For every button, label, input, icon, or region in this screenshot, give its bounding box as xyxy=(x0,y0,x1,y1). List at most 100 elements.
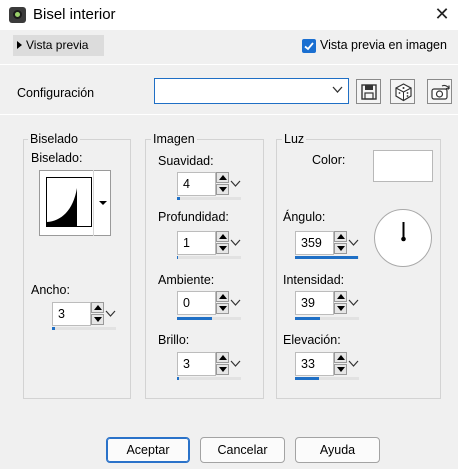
depth-label: Profundidad: xyxy=(158,210,229,224)
spin-down-icon[interactable] xyxy=(216,364,229,375)
depth-input[interactable]: 1 xyxy=(177,231,216,255)
divider xyxy=(0,114,458,115)
smoothness-dropdown-button[interactable] xyxy=(229,172,242,196)
elevation-slider[interactable] xyxy=(295,377,359,380)
close-icon[interactable]: ✕ xyxy=(433,5,451,23)
smoothness-spinner[interactable] xyxy=(216,172,229,196)
preview-on-image-label[interactable]: Vista previa en imagen xyxy=(320,38,447,52)
spin-down-icon[interactable] xyxy=(334,243,347,254)
slider-fill xyxy=(295,256,359,259)
ambience-label: Ambiente: xyxy=(158,273,215,287)
light-group-title: Luz xyxy=(282,132,307,146)
spin-down-icon[interactable] xyxy=(91,314,104,325)
width-dropdown-button[interactable] xyxy=(104,302,117,326)
chevron-down-icon xyxy=(105,310,116,317)
elevation-dropdown-button[interactable] xyxy=(347,352,360,376)
spin-down-icon[interactable] xyxy=(216,303,229,314)
elevation-input[interactable]: 33 xyxy=(295,352,334,376)
chevron-down-icon xyxy=(348,239,359,246)
elevation-spinner[interactable] xyxy=(334,352,347,376)
slider-fill xyxy=(295,377,319,380)
preview-toggle-button[interactable]: Vista previa xyxy=(13,35,104,56)
intensity-input[interactable]: 39 xyxy=(295,291,334,315)
spin-up-icon[interactable] xyxy=(334,291,347,302)
bevel-label: Biselado: xyxy=(31,151,83,165)
chevron-down-icon xyxy=(230,360,241,367)
angle-slider[interactable] xyxy=(295,256,359,259)
width-label: Ancho: xyxy=(31,283,70,297)
color-label: Color: xyxy=(312,153,346,167)
dropdown-triangle-icon xyxy=(99,201,107,205)
spin-down-icon[interactable] xyxy=(334,303,347,314)
chevron-down-icon xyxy=(348,360,359,367)
ambience-spinner[interactable] xyxy=(216,291,229,315)
chevron-down-icon xyxy=(230,180,241,187)
angle-needle-icon xyxy=(401,222,406,242)
slider-fill xyxy=(177,377,179,380)
brightness-dropdown-button[interactable] xyxy=(229,352,242,376)
smoothness-input[interactable]: 4 xyxy=(177,172,216,196)
dice-icon xyxy=(395,83,412,102)
slider-fill xyxy=(177,317,213,320)
preview-on-image-checkbox[interactable] xyxy=(302,39,316,53)
save-preset-button[interactable] xyxy=(356,79,381,104)
config-label: Configuración xyxy=(17,86,95,100)
depth-dropdown-button[interactable] xyxy=(229,231,242,255)
spin-down-icon[interactable] xyxy=(216,184,229,195)
spin-up-icon[interactable] xyxy=(216,352,229,363)
spin-up-icon[interactable] xyxy=(334,231,347,242)
intensity-label: Intensidad: xyxy=(283,273,345,287)
camera-preset-icon xyxy=(431,84,450,100)
smoothness-label: Suavidad: xyxy=(158,154,214,168)
spin-up-icon[interactable] xyxy=(334,352,347,363)
window-title: Bisel interior xyxy=(33,6,116,23)
angle-dropdown-button[interactable] xyxy=(347,231,360,255)
ambience-dropdown-button[interactable] xyxy=(229,291,242,315)
intensity-dropdown-button[interactable] xyxy=(347,291,360,315)
smoothness-slider[interactable] xyxy=(177,197,241,200)
spin-down-icon[interactable] xyxy=(216,243,229,254)
angle-dial[interactable] xyxy=(374,209,432,267)
depth-slider[interactable] xyxy=(177,256,241,259)
ambience-slider[interactable] xyxy=(177,317,241,320)
bevel-dropdown-button[interactable] xyxy=(93,170,111,236)
cancel-button[interactable]: Cancelar xyxy=(200,437,285,463)
angle-spinner[interactable] xyxy=(334,231,347,255)
slider-fill xyxy=(295,317,320,320)
elevation-label: Elevación: xyxy=(283,333,341,347)
save-icon xyxy=(361,84,377,100)
width-input[interactable]: 3 xyxy=(52,302,91,326)
bevel-shape-icon xyxy=(47,188,77,226)
angle-label: Ángulo: xyxy=(283,210,326,224)
ambience-input[interactable]: 0 xyxy=(177,291,216,315)
ok-button[interactable]: Aceptar xyxy=(106,437,190,463)
chevron-down-icon xyxy=(332,86,343,93)
depth-spinner[interactable] xyxy=(216,231,229,255)
chevron-down-icon xyxy=(230,239,241,246)
brightness-slider[interactable] xyxy=(177,377,241,380)
spin-down-icon[interactable] xyxy=(334,364,347,375)
brightness-spinner[interactable] xyxy=(216,352,229,376)
bevel-group-title: Biselado xyxy=(28,132,80,146)
angle-input[interactable]: 359 xyxy=(295,231,334,255)
config-dropdown[interactable] xyxy=(154,78,349,104)
slider-fill xyxy=(177,197,180,200)
width-spinner[interactable] xyxy=(91,302,104,326)
randomize-button[interactable] xyxy=(390,79,415,104)
help-button[interactable]: Ayuda xyxy=(295,437,380,463)
reset-button[interactable] xyxy=(427,79,452,104)
spin-up-icon[interactable] xyxy=(216,172,229,183)
light-color-swatch[interactable] xyxy=(373,150,433,182)
app-camera-icon xyxy=(9,7,26,23)
intensity-slider[interactable] xyxy=(295,317,359,320)
spin-up-icon[interactable] xyxy=(216,231,229,242)
spin-up-icon[interactable] xyxy=(91,302,104,313)
brightness-input[interactable]: 3 xyxy=(177,352,216,376)
chevron-down-icon xyxy=(230,299,241,306)
divider xyxy=(0,64,458,65)
slider-fill xyxy=(52,327,56,330)
spin-up-icon[interactable] xyxy=(216,291,229,302)
intensity-spinner[interactable] xyxy=(334,291,347,315)
width-slider[interactable] xyxy=(52,327,116,330)
chevron-down-icon xyxy=(348,299,359,306)
